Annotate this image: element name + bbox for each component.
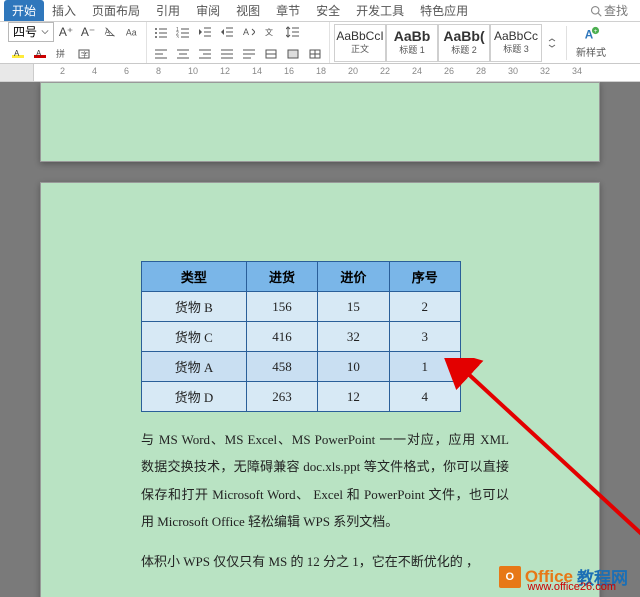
current-page[interactable]: 类型 进货 进价 序号 货物 B 156 15 2 货物 C 416 32 3 … bbox=[40, 182, 600, 597]
col-header[interactable]: 进货 bbox=[246, 262, 317, 292]
styles-more-button[interactable] bbox=[542, 24, 562, 62]
style-heading3[interactable]: AaBbCc标题 3 bbox=[490, 24, 542, 62]
ruler-tick: 34 bbox=[572, 66, 582, 76]
ruler-tick: 10 bbox=[188, 66, 198, 76]
ruler-corner bbox=[0, 64, 34, 81]
tab-review[interactable]: 审阅 bbox=[188, 0, 228, 21]
font-group: 四号 A⁺ A⁻ A Aa A A 拼 字 bbox=[4, 22, 147, 63]
ruler-tick: 12 bbox=[220, 66, 230, 76]
col-header[interactable]: 序号 bbox=[389, 262, 460, 292]
font-size-selector[interactable]: 四号 bbox=[8, 22, 54, 42]
ruler-tick: 30 bbox=[508, 66, 518, 76]
ruler-tick: 14 bbox=[252, 66, 262, 76]
svg-text:A: A bbox=[36, 49, 42, 58]
text-direction-button[interactable]: 文 bbox=[261, 22, 281, 42]
svg-text:文: 文 bbox=[265, 27, 273, 37]
tab-references[interactable]: 引用 bbox=[148, 0, 188, 21]
style-heading1[interactable]: AaBb标题 1 bbox=[386, 24, 438, 62]
ruler-tick: 8 bbox=[156, 66, 161, 76]
style-normal[interactable]: AaBbCcI正文 bbox=[334, 24, 386, 62]
highlight-button[interactable]: A bbox=[8, 44, 28, 64]
ruler-tick: 32 bbox=[540, 66, 550, 76]
ruler-tick: 22 bbox=[380, 66, 390, 76]
ruler-tick: 4 bbox=[92, 66, 97, 76]
numbering-button[interactable]: 123 bbox=[173, 22, 193, 42]
font-size-value: 四号 bbox=[13, 23, 37, 40]
document-canvas[interactable]: 类型 进货 进价 序号 货物 B 156 15 2 货物 C 416 32 3 … bbox=[0, 82, 640, 597]
ruler-tick: 26 bbox=[444, 66, 454, 76]
chevron-up-down-icon bbox=[547, 38, 557, 48]
ribbon-toolbar: 四号 A⁺ A⁻ A Aa A A 拼 字 123 A bbox=[0, 22, 640, 64]
search-label: 查找 bbox=[604, 2, 628, 19]
watermark-url: www.office26.com bbox=[528, 581, 616, 593]
paragraph-group: 123 A 文 bbox=[147, 22, 330, 63]
align-left-button[interactable] bbox=[151, 44, 171, 64]
svg-text:拼: 拼 bbox=[56, 49, 65, 59]
new-style-icon: A+ bbox=[582, 26, 600, 44]
borders-button[interactable] bbox=[305, 44, 325, 64]
tab-dev[interactable]: 开发工具 bbox=[348, 0, 412, 21]
align-right-button[interactable] bbox=[195, 44, 215, 64]
ruler-tick: 20 bbox=[348, 66, 358, 76]
align-center-button[interactable] bbox=[173, 44, 193, 64]
ruler-tick: 28 bbox=[476, 66, 486, 76]
change-case-button[interactable]: Aa bbox=[122, 22, 142, 42]
svg-text:A: A bbox=[243, 27, 249, 37]
annotation-arrow bbox=[436, 358, 640, 548]
clear-format-button[interactable]: A bbox=[100, 22, 120, 42]
search-box[interactable]: 查找 bbox=[590, 2, 628, 19]
svg-text:A: A bbox=[105, 27, 111, 36]
ruler-tick: 6 bbox=[124, 66, 129, 76]
char-border-button[interactable]: 字 bbox=[74, 44, 94, 64]
previous-page[interactable] bbox=[40, 82, 600, 162]
decrease-indent-button[interactable] bbox=[195, 22, 215, 42]
svg-text:Aa: Aa bbox=[126, 27, 137, 37]
col-header[interactable]: 类型 bbox=[142, 262, 247, 292]
font-color-button[interactable]: A bbox=[30, 44, 50, 64]
body-paragraph[interactable]: 体积小 WPS 仅仅只有 MS 的 12 分之 1，它在不断优化的 ， bbox=[141, 548, 509, 575]
table-row-highlighted[interactable]: 货物 A 458 10 1 bbox=[142, 352, 461, 382]
chevron-down-icon bbox=[41, 28, 49, 36]
new-style-button[interactable]: A+ 新样式 bbox=[571, 26, 611, 59]
tab-security[interactable]: 安全 bbox=[308, 0, 348, 21]
ruler-tick: 2 bbox=[60, 66, 65, 76]
tab-settings-button[interactable] bbox=[261, 44, 281, 64]
align-distribute-button[interactable] bbox=[239, 44, 259, 64]
ribbon-tabs: 开始 插入 页面布局 引用 审阅 视图 章节 安全 开发工具 特色应用 查找 bbox=[0, 0, 640, 22]
svg-text:3: 3 bbox=[176, 35, 179, 38]
data-table[interactable]: 类型 进货 进价 序号 货物 B 156 15 2 货物 C 416 32 3 … bbox=[141, 261, 461, 412]
tab-layout[interactable]: 页面布局 bbox=[84, 0, 148, 21]
table-row[interactable]: 货物 D 263 12 4 bbox=[142, 382, 461, 412]
tab-special[interactable]: 特色应用 bbox=[412, 0, 476, 21]
align-justify-button[interactable] bbox=[217, 44, 237, 64]
decrease-font-button[interactable]: A⁻ bbox=[78, 22, 98, 42]
ruler-tick: 18 bbox=[316, 66, 326, 76]
tab-insert[interactable]: 插入 bbox=[44, 0, 84, 21]
tab-start[interactable]: 开始 bbox=[4, 0, 44, 21]
tab-sections[interactable]: 章节 bbox=[268, 0, 308, 21]
styles-group: AaBbCcI正文 AaBb标题 1 AaBb(标题 2 AaBbCc标题 3 … bbox=[330, 22, 615, 63]
svg-text:+: + bbox=[594, 28, 598, 35]
increase-font-button[interactable]: A⁺ bbox=[56, 22, 76, 42]
search-icon bbox=[590, 5, 602, 17]
shading-button[interactable] bbox=[283, 44, 303, 64]
ruler-tick: 16 bbox=[284, 66, 294, 76]
ruler-tick: 24 bbox=[412, 66, 422, 76]
table-row[interactable]: 货物 B 156 15 2 bbox=[142, 292, 461, 322]
table-row[interactable]: 货物 C 416 32 3 bbox=[142, 322, 461, 352]
office-icon: O bbox=[499, 566, 521, 588]
col-header[interactable]: 进价 bbox=[318, 262, 389, 292]
tab-view[interactable]: 视图 bbox=[228, 0, 268, 21]
svg-text:字: 字 bbox=[81, 50, 88, 59]
svg-text:A: A bbox=[14, 49, 20, 58]
phonetic-guide-button[interactable]: 拼 bbox=[52, 44, 72, 64]
line-spacing-button[interactable] bbox=[283, 22, 303, 42]
watermark-logo: O Office教程网 www.office26.com bbox=[499, 564, 628, 589]
increase-indent-button[interactable] bbox=[217, 22, 237, 42]
char-scale-button[interactable]: A bbox=[239, 22, 259, 42]
horizontal-ruler[interactable]: 2 4 6 8 10 12 14 16 18 20 22 24 26 28 30… bbox=[0, 64, 640, 82]
bullets-button[interactable] bbox=[151, 22, 171, 42]
style-heading2[interactable]: AaBb(标题 2 bbox=[438, 24, 490, 62]
